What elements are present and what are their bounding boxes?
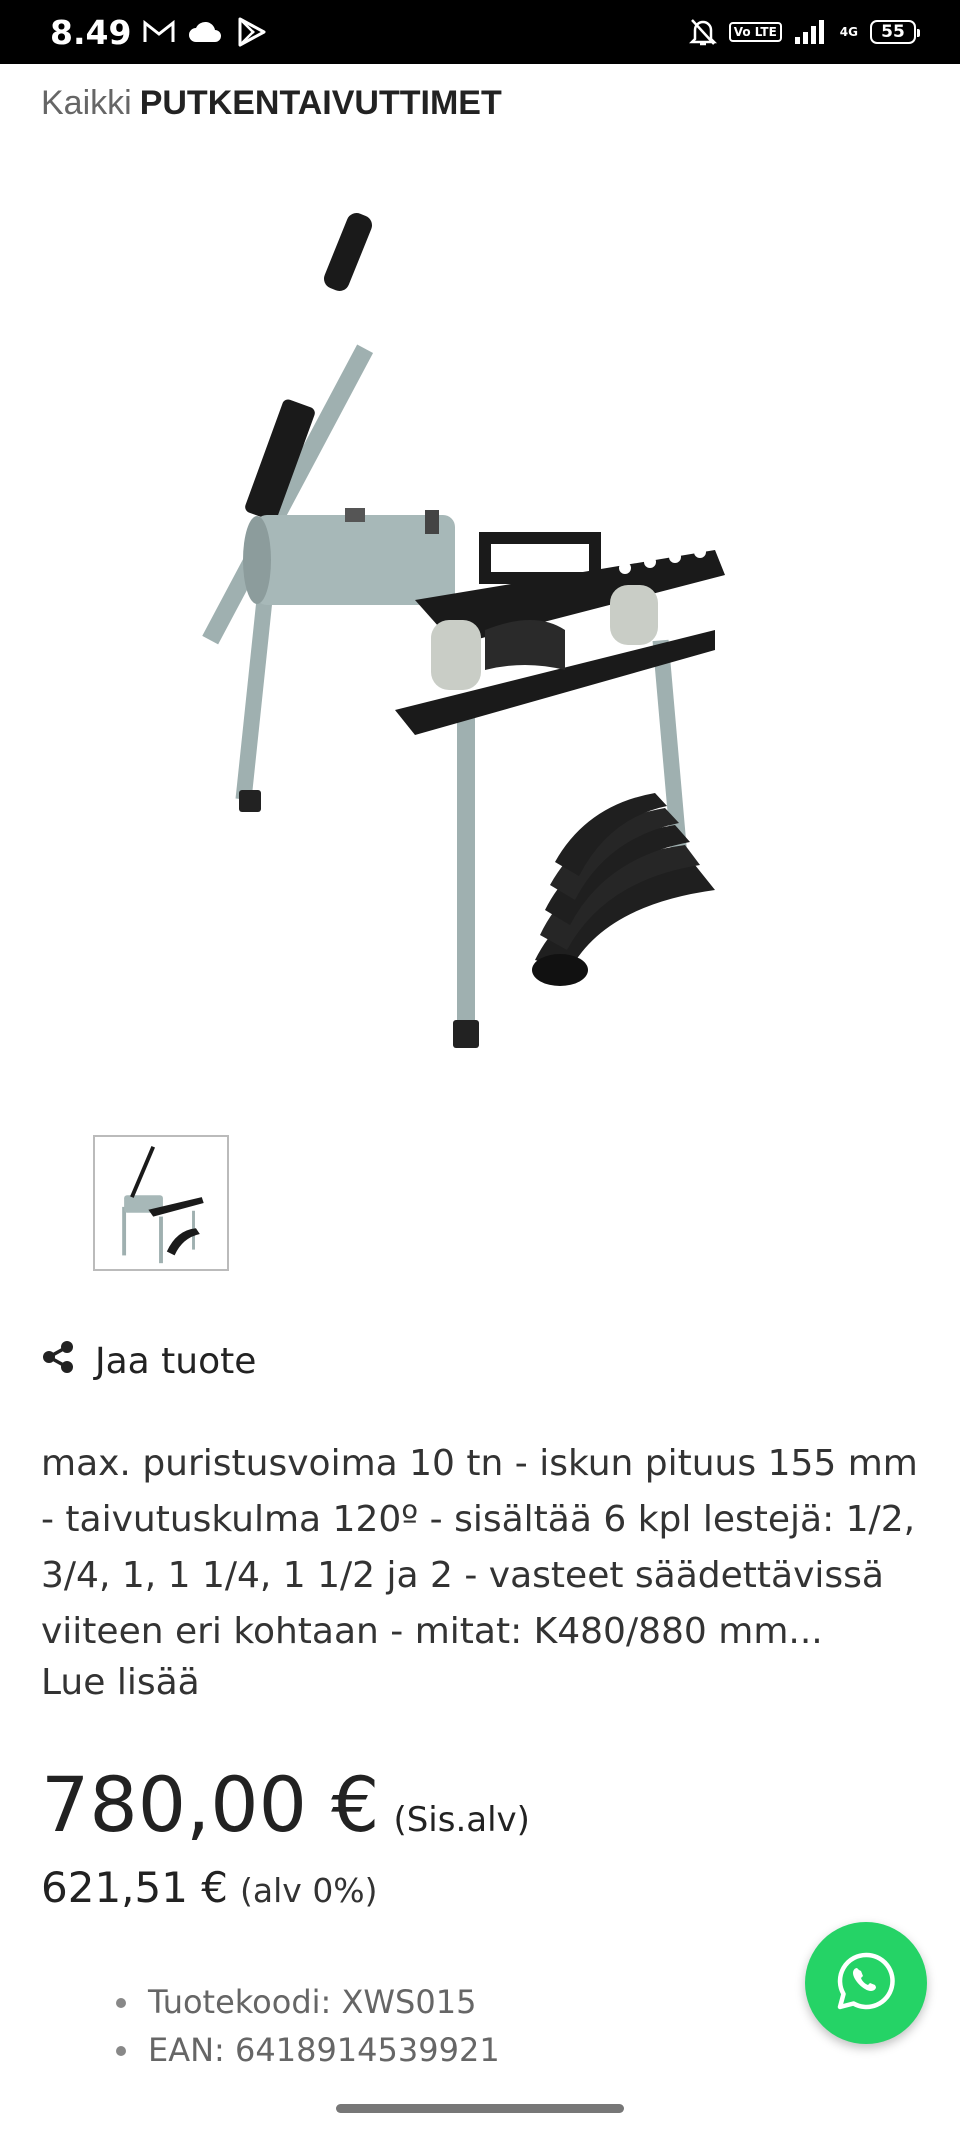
price-excl-note: (alv 0%) bbox=[240, 1871, 378, 1910]
price-excl-vat: 621,51 € (alv 0%) bbox=[41, 1863, 378, 1912]
signal-icon bbox=[794, 19, 828, 45]
volte-badge: Vo LTE bbox=[728, 22, 782, 42]
product-meta-list: Tuotekoodi: XWS015 EAN: 6418914539921 bbox=[110, 1978, 500, 2074]
network-type: 4G bbox=[839, 25, 858, 39]
read-more-link[interactable]: Lue lisää bbox=[41, 1662, 200, 1703]
price-excl-value: 621,51 € bbox=[41, 1863, 229, 1912]
battery-icon: 55 bbox=[870, 20, 920, 44]
price-value: 780,00 € bbox=[41, 1760, 380, 1849]
gmail-icon bbox=[143, 20, 175, 44]
hydraulic-pipe-bender-image bbox=[202, 213, 725, 1048]
hydraulic-pipe-bender-thumbnail bbox=[122, 1145, 204, 1264]
share-label: Jaa tuote bbox=[95, 1341, 257, 1382]
breadcrumb: Kaikki PUTKENTAIVUTTIMET bbox=[41, 84, 502, 123]
status-time: 8.49 bbox=[50, 12, 132, 52]
status-right: Vo LTE 4G 55 bbox=[688, 17, 920, 47]
price-vat-note: (Sis.alv) bbox=[393, 1800, 530, 1840]
cloud-icon bbox=[187, 20, 223, 44]
whatsapp-icon bbox=[835, 1950, 897, 2016]
share-icon bbox=[41, 1340, 75, 1383]
breadcrumb-home[interactable]: Kaikki bbox=[41, 84, 132, 122]
share-product-button[interactable]: Jaa tuote bbox=[41, 1340, 256, 1383]
product-thumbnail[interactable] bbox=[93, 1135, 229, 1271]
product-code: Tuotekoodi: XWS015 bbox=[110, 1978, 500, 2026]
product-image[interactable] bbox=[195, 190, 915, 1080]
whatsapp-chat-button[interactable] bbox=[805, 1922, 927, 2044]
status-left: 8.49 bbox=[50, 13, 267, 52]
product-description: max. puristusvoima 10 tn - iskun pituus … bbox=[41, 1443, 918, 1652]
status-bar: 8.49 Vo LTE 4G 55 bbox=[0, 0, 960, 64]
home-indicator bbox=[336, 2104, 624, 2113]
breadcrumb-category[interactable]: PUTKENTAIVUTTIMET bbox=[140, 84, 502, 122]
play-store-icon bbox=[235, 16, 267, 48]
notifications-off-icon bbox=[688, 17, 717, 47]
product-ean: EAN: 6418914539921 bbox=[110, 2026, 500, 2074]
battery-level: 55 bbox=[881, 22, 905, 42]
price-incl-vat: 780,00 € (Sis.alv) bbox=[41, 1760, 530, 1849]
